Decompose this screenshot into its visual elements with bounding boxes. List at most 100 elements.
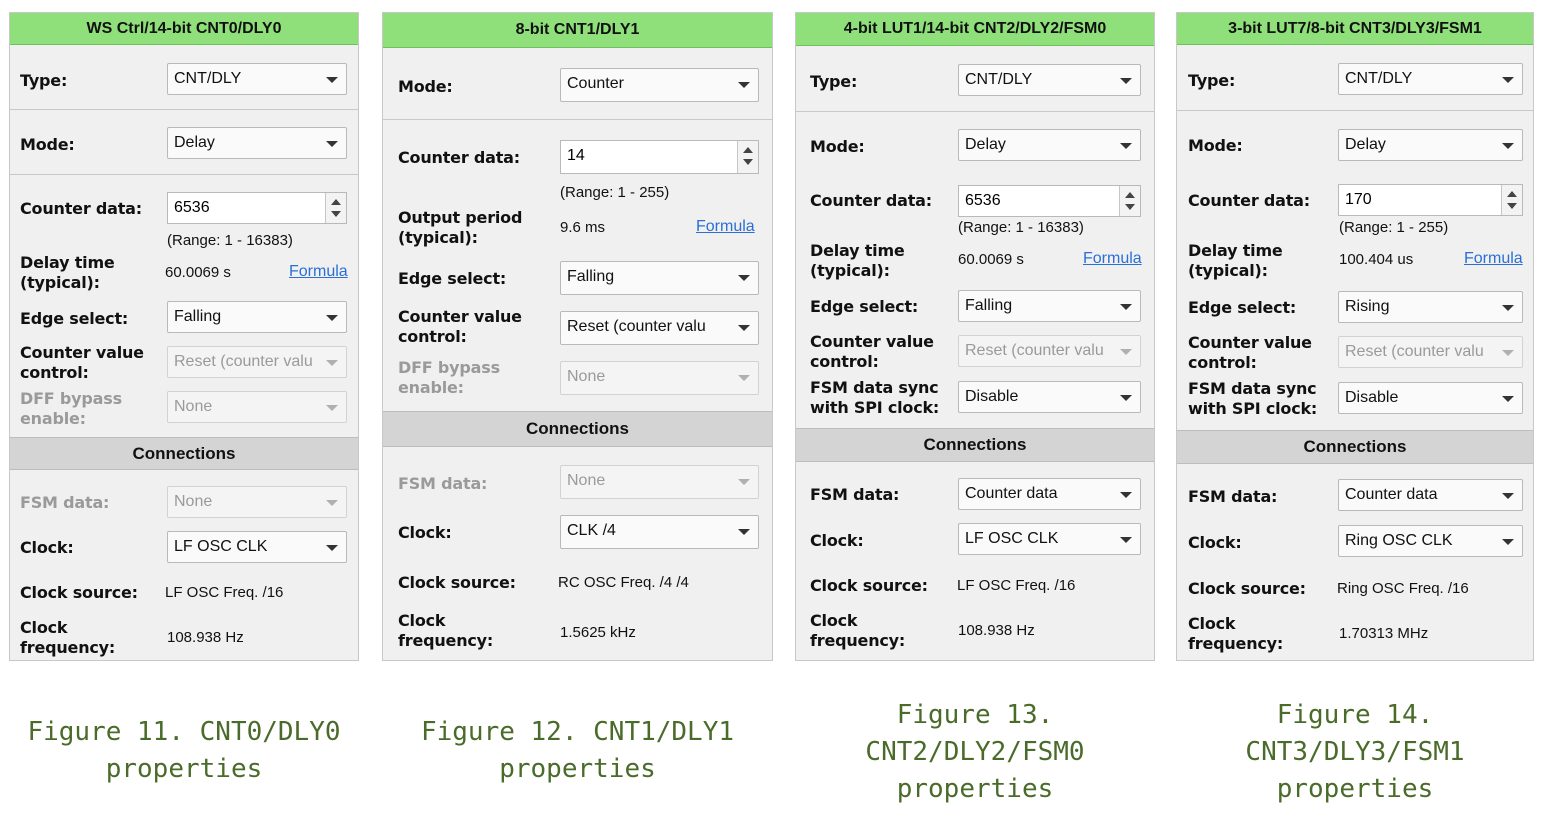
counter-data-spinbox[interactable]: 14 bbox=[560, 140, 759, 174]
counter-data-value: 14 bbox=[567, 147, 585, 164]
counter-value-control-label: Counter value control: bbox=[398, 307, 522, 346]
formula-link[interactable]: Formula bbox=[1464, 250, 1523, 268]
counter-range: (Range: 1 - 255) bbox=[1339, 219, 1449, 236]
counter-data-spinbox[interactable]: 170 bbox=[1338, 184, 1523, 216]
spin-up-icon bbox=[1507, 191, 1517, 197]
clock-value: Ring OSC CLK bbox=[1345, 532, 1453, 549]
formula-link[interactable]: Formula bbox=[289, 263, 348, 281]
delay-time-value: 60.0069 s bbox=[958, 251, 1024, 268]
counter-data-label: Counter data: bbox=[1188, 191, 1310, 210]
chevron-down-icon bbox=[1502, 493, 1514, 499]
clock-label: Clock: bbox=[20, 538, 74, 557]
chevron-down-icon bbox=[326, 360, 338, 366]
clock-dropdown[interactable]: LF OSC CLK bbox=[958, 523, 1141, 555]
fsm-data-dropdown[interactable]: None bbox=[560, 465, 759, 499]
mode-value: Delay bbox=[1345, 136, 1386, 153]
delay-time-value: 100.404 us bbox=[1339, 251, 1414, 268]
delay-time-label: Delay time (typical): bbox=[20, 253, 115, 292]
counter-value-control-value: Reset (counter valu bbox=[174, 353, 313, 370]
clock-source-label: Clock source: bbox=[1188, 579, 1306, 598]
mode-label: Mode: bbox=[810, 137, 865, 156]
clock-dropdown[interactable]: LF OSC CLK bbox=[167, 531, 347, 563]
fsm-data-dropdown[interactable]: Counter data bbox=[958, 478, 1141, 510]
counter-value-control-dropdown[interactable]: Reset (counter valu bbox=[560, 311, 759, 345]
chevron-down-icon bbox=[1120, 537, 1132, 543]
dff-bypass-label: DFF bypass enable: bbox=[398, 358, 500, 397]
clock-frequency-label: Clock frequency: bbox=[20, 618, 116, 657]
chevron-down-icon bbox=[738, 529, 750, 535]
chevron-down-icon bbox=[1120, 143, 1132, 149]
divider bbox=[10, 109, 358, 110]
mode-dropdown[interactable]: Delay bbox=[958, 129, 1141, 161]
clock-frequency-label: Clock frequency: bbox=[810, 611, 906, 650]
mode-dropdown[interactable]: Delay bbox=[167, 127, 347, 159]
mode-label: Mode: bbox=[20, 135, 75, 154]
edge-select-dropdown[interactable]: Falling bbox=[167, 301, 347, 333]
formula-link[interactable]: Formula bbox=[1083, 250, 1142, 268]
dff-bypass-value: None bbox=[567, 368, 606, 385]
spin-buttons[interactable] bbox=[325, 193, 346, 223]
mode-label: Mode: bbox=[398, 77, 453, 96]
counter-value-control-dropdown[interactable]: Reset (counter valu bbox=[958, 335, 1141, 367]
panel-title: 8-bit CNT1/DLY1 bbox=[383, 13, 772, 48]
fsm-data-value: Counter data bbox=[965, 485, 1058, 502]
type-dropdown[interactable]: CNT/DLY bbox=[1338, 63, 1523, 95]
mode-dropdown[interactable]: Delay bbox=[1338, 129, 1523, 161]
edge-select-dropdown[interactable]: Falling bbox=[958, 290, 1141, 322]
spin-up-icon bbox=[743, 147, 753, 153]
counter-value-control-label: Counter value control: bbox=[810, 332, 934, 371]
type-value: CNT/DLY bbox=[174, 70, 242, 87]
connections-header: Connections bbox=[10, 437, 358, 470]
counter-value-control-label: Counter value control: bbox=[1188, 333, 1312, 372]
chevron-down-icon bbox=[738, 479, 750, 485]
counter-value-control-dropdown[interactable]: Reset (counter valu bbox=[1338, 336, 1523, 368]
spin-buttons[interactable] bbox=[1501, 185, 1522, 215]
dff-bypass-dropdown[interactable]: None bbox=[167, 391, 347, 423]
chevron-down-icon bbox=[1120, 349, 1132, 355]
fsm-data-label: FSM data: bbox=[398, 474, 488, 493]
counter-data-spinbox[interactable]: 6536 bbox=[958, 185, 1141, 217]
formula-link[interactable]: Formula bbox=[696, 218, 755, 236]
type-dropdown[interactable]: CNT/DLY bbox=[167, 63, 347, 95]
fsm-data-sync-dropdown[interactable]: Disable bbox=[1338, 382, 1523, 414]
fsm-data-dropdown[interactable]: Counter data bbox=[1338, 479, 1523, 511]
clock-dropdown[interactable]: CLK /4 bbox=[560, 515, 759, 549]
chevron-down-icon bbox=[326, 405, 338, 411]
counter-range: (Range: 1 - 16383) bbox=[167, 232, 293, 249]
connections-header: Connections bbox=[383, 411, 772, 447]
dff-bypass-label: DFF bypass enable: bbox=[20, 389, 122, 428]
spin-down-icon bbox=[1125, 204, 1135, 210]
clock-dropdown[interactable]: Ring OSC CLK bbox=[1338, 525, 1523, 557]
counter-value-control-value: Reset (counter valu bbox=[1345, 343, 1484, 360]
spin-buttons[interactable] bbox=[737, 141, 758, 173]
counter-data-spinbox[interactable]: 6536 bbox=[167, 192, 347, 224]
counter-data-label: Counter data: bbox=[810, 191, 932, 210]
counter-data-value: 6536 bbox=[174, 199, 210, 216]
mode-value: Counter bbox=[567, 75, 624, 92]
chevron-down-icon bbox=[1120, 395, 1132, 401]
counter-value-control-dropdown[interactable]: Reset (counter valu bbox=[167, 346, 347, 378]
fsm-data-sync-dropdown[interactable]: Disable bbox=[958, 381, 1141, 413]
edge-select-dropdown[interactable]: Falling bbox=[560, 261, 759, 295]
counter-value-control-value: Reset (counter valu bbox=[965, 342, 1104, 359]
delay-time-value: 60.0069 s bbox=[165, 264, 231, 281]
spin-buttons[interactable] bbox=[1119, 186, 1140, 216]
type-dropdown[interactable]: CNT/DLY bbox=[958, 64, 1141, 96]
divider bbox=[10, 174, 358, 175]
dff-bypass-dropdown[interactable]: None bbox=[560, 361, 759, 395]
spin-up-icon bbox=[1125, 192, 1135, 198]
panel-title: 4-bit LUT1/14-bit CNT2/DLY2/FSM0 bbox=[796, 13, 1154, 46]
chevron-down-icon bbox=[1120, 492, 1132, 498]
clock-value: LF OSC CLK bbox=[965, 530, 1059, 547]
type-value: CNT/DLY bbox=[1345, 70, 1413, 87]
connections-header: Connections bbox=[796, 428, 1154, 462]
chevron-down-icon bbox=[1502, 350, 1514, 356]
type-label: Type: bbox=[20, 71, 68, 90]
mode-dropdown[interactable]: Counter bbox=[560, 68, 759, 102]
edge-select-label: Edge select: bbox=[810, 297, 919, 316]
edge-select-dropdown[interactable]: Rising bbox=[1338, 291, 1523, 323]
chevron-down-icon bbox=[738, 82, 750, 88]
fsm-data-dropdown[interactable]: None bbox=[167, 486, 347, 518]
panel-cnt0-dly0: WS Ctrl/14-bit CNT0/DLY0 Type: CNT/DLY M… bbox=[9, 12, 359, 661]
spin-down-icon bbox=[1507, 203, 1517, 209]
